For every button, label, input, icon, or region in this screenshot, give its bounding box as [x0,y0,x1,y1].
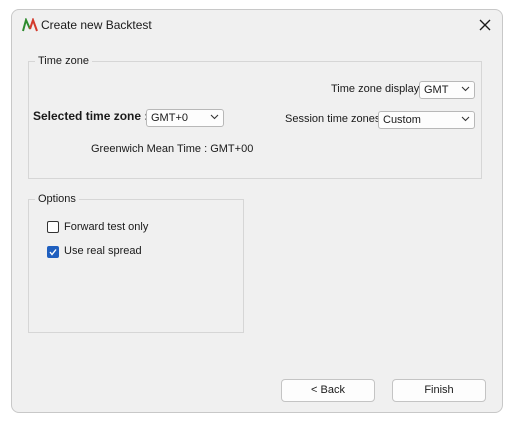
finish-button[interactable]: Finish [392,379,486,402]
chevron-down-icon [210,114,219,120]
timezone-group-title: Time zone [35,55,92,68]
real-spread-checkbox[interactable] [47,246,59,258]
selected-timezone-select[interactable]: GMT+0 [146,109,224,127]
title-bar: Create new Backtest [12,10,502,40]
chevron-down-icon [461,86,470,92]
timezone-description: Greenwich Mean Time : GMT+00 [91,143,254,155]
dialog-window: Create new Backtest Time zone Time zone … [11,9,503,413]
timezone-display-value: GMT [424,84,449,96]
timezone-display-label: Time zone display : [331,83,426,95]
forward-test-label: Forward test only [64,221,149,233]
checkmark-icon [49,249,57,256]
session-timezones-label: Session time zones : [285,113,387,125]
window-title: Create new Backtest [41,18,152,32]
timezone-display-select[interactable]: GMT [419,81,475,99]
session-timezones-select[interactable]: Custom [378,111,475,129]
selected-timezone-label: Selected time zone : [33,109,149,123]
app-logo-icon [22,18,38,32]
options-group-title: Options [35,193,79,206]
selected-timezone-value: GMT+0 [151,112,188,124]
back-button[interactable]: < Back [281,379,375,402]
chevron-down-icon [461,116,470,122]
close-icon [479,19,491,31]
forward-test-checkbox[interactable] [47,221,59,233]
options-group: Options [28,193,244,333]
close-button[interactable] [474,14,496,36]
session-timezones-value: Custom [383,114,421,126]
real-spread-label: Use real spread [64,245,142,257]
